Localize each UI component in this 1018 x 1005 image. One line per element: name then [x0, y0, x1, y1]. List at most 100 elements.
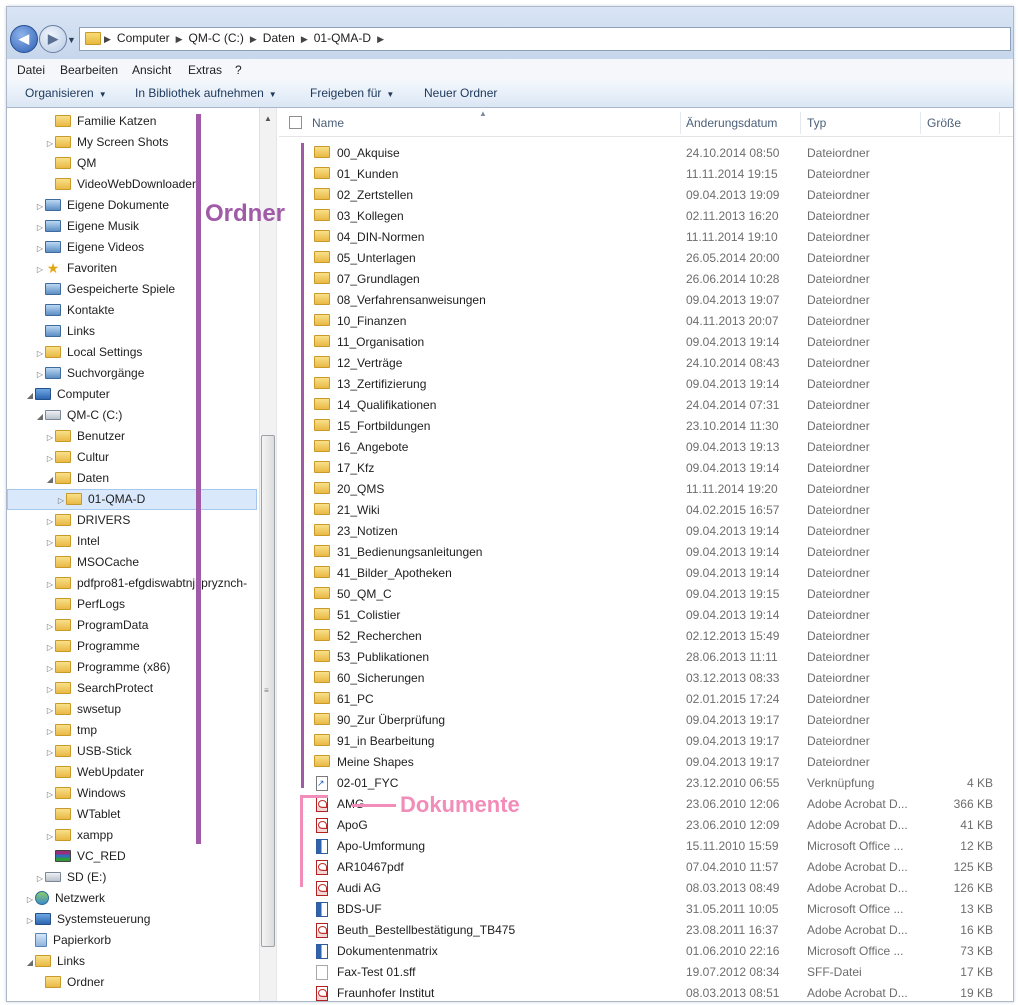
file-row[interactable]: 60_Sicherungen 03.12.2013 08:33 Dateiordne… [279, 668, 1013, 689]
nav-item[interactable]: ▷ ProgramData [45, 615, 148, 636]
back-button[interactable]: ◀ [10, 25, 38, 53]
file-row[interactable]: 31_Bedienungsanleitungen 09.04.2013 19:14… [279, 542, 1013, 563]
expand-toggle-icon[interactable]: ◢ [35, 406, 45, 427]
file-row[interactable]: 16_Angebote 09.04.2013 19:13 Dateiordner [279, 437, 1013, 458]
forward-button[interactable]: ▶ [39, 25, 67, 53]
expand-toggle-icon[interactable]: ▷ [35, 364, 45, 385]
nav-item[interactable]: Familie Katzen [45, 111, 156, 132]
expand-toggle-icon[interactable]: ◢ [25, 952, 35, 973]
file-row[interactable]: 03_Kollegen 02.11.2013 16:20 Dateiordner [279, 206, 1013, 227]
nav-item[interactable]: MSOCache [45, 552, 139, 573]
file-row[interactable]: 23_Notizen 09.04.2013 19:14 Dateiordner [279, 521, 1013, 542]
expand-toggle-icon[interactable]: ▷ [45, 721, 55, 742]
share-with-button[interactable]: Freigeben für ▼ [310, 86, 394, 100]
expand-toggle-icon[interactable]: ▷ [45, 826, 55, 847]
nav-item[interactable]: ▷ Programme [45, 636, 140, 657]
menu-bearbeiten[interactable]: Bearbeiten [60, 63, 118, 77]
nav-item[interactable]: ▷ USB-Stick [45, 741, 132, 762]
menu-ansicht[interactable]: Ansicht [132, 63, 171, 77]
nav-item[interactable]: ▷ xampp [45, 825, 113, 846]
breadcrumb-chevron-icon[interactable]: ▶ [104, 34, 111, 44]
expand-toggle-icon[interactable]: ▷ [35, 868, 45, 889]
nav-item[interactable]: ▷ Local Settings [35, 342, 142, 363]
file-row[interactable]: 41_Bilder_Apotheken 09.04.2013 19:14 Datei… [279, 563, 1013, 584]
recent-pages-dropdown-icon[interactable]: ▼ [67, 35, 76, 45]
file-row[interactable]: 10_Finanzen 04.11.2013 20:07 Dateiordner [279, 311, 1013, 332]
expand-toggle-icon[interactable]: ▷ [45, 427, 55, 448]
breadcrumb-drive[interactable]: QM-C (C:) [189, 31, 244, 45]
nav-item[interactable]: ▷ DRIVERS [45, 510, 130, 531]
file-row[interactable]: 61_PC 02.01.2015 17:24 Dateiordner [279, 689, 1013, 710]
file-row[interactable]: 04_DIN-Normen 11.11.2014 19:10 Dateiordner [279, 227, 1013, 248]
file-row[interactable]: Audi AG 08.03.2013 08:49 Adobe Acrobat D..… [279, 878, 1013, 899]
breadcrumb-chevron-icon[interactable]: ▶ [176, 34, 183, 44]
nav-item[interactable]: ▷ Benutzer [45, 426, 125, 447]
nav-item[interactable]: ▷ Programme (x86) [45, 657, 170, 678]
expand-toggle-icon[interactable]: ▷ [35, 343, 45, 364]
nav-item[interactable]: ▷ Cultur [45, 447, 109, 468]
nav-item[interactable]: ▷ swsetup [45, 699, 121, 720]
expand-toggle-icon[interactable]: ▷ [35, 196, 45, 217]
expand-toggle-icon[interactable]: ▷ [45, 658, 55, 679]
nav-item[interactable]: WebUpdater [45, 762, 144, 783]
nav-item[interactable]: ▷ Eigene Dokumente [35, 195, 169, 216]
expand-toggle-icon[interactable]: ▷ [45, 742, 55, 763]
nav-item[interactable]: ▷ My Screen Shots [45, 132, 168, 153]
nav-item[interactable]: Gespeicherte Spiele [35, 279, 175, 300]
file-row[interactable]: 02_Zertstellen 09.04.2013 19:09 Dateiordne… [279, 185, 1013, 206]
file-row[interactable]: 12_Verträge 24.10.2014 08:43 Dateiordner [279, 353, 1013, 374]
file-row[interactable]: 51_Colistier 09.04.2013 19:14 Dateiordner [279, 605, 1013, 626]
expand-toggle-icon[interactable]: ▷ [45, 616, 55, 637]
nav-item[interactable]: ▷ Systemsteuerung [25, 909, 150, 930]
nav-item[interactable]: ▷ Eigene Videos [35, 237, 144, 258]
select-all-checkbox[interactable] [289, 116, 302, 129]
file-row[interactable]: Dokumentenmatrix 01.06.2010 22:16 Microsof… [279, 941, 1013, 962]
expand-toggle-icon[interactable]: ▷ [35, 259, 45, 280]
expand-toggle-icon[interactable]: ▷ [45, 574, 55, 595]
expand-toggle-icon[interactable]: ▷ [45, 700, 55, 721]
file-row[interactable]: 01_Kunden 11.11.2014 19:15 Dateiordner [279, 164, 1013, 185]
file-row[interactable]: 91_in Bearbeitung 09.04.2013 19:17 Dateior… [279, 731, 1013, 752]
expand-toggle-icon[interactable]: ▷ [45, 532, 55, 553]
menu-help[interactable]: ? [235, 63, 242, 77]
nav-item[interactable]: ▷ pdfpro81-efgdiswabtnjkpryznch- [45, 573, 247, 594]
file-row[interactable]: Fax-Test 01.sff 19.07.2012 08:34 SFF-Datei… [279, 962, 1013, 983]
include-in-library-button[interactable]: In Bibliothek aufnehmen ▼ [135, 86, 277, 100]
file-row[interactable]: Fraunhofer Institut 08.03.2013 08:51 Adobe… [279, 983, 1013, 1001]
expand-toggle-icon[interactable]: ▷ [25, 889, 35, 910]
nav-item[interactable]: ▷ Windows [45, 783, 126, 804]
new-folder-button[interactable]: Neuer Ordner [424, 86, 497, 100]
column-name[interactable]: Name [312, 116, 344, 130]
menu-extras[interactable]: Extras [188, 63, 222, 77]
expand-toggle-icon[interactable]: ▷ [45, 133, 55, 154]
expand-toggle-icon[interactable]: ▷ [45, 511, 55, 532]
expand-toggle-icon[interactable]: ▷ [45, 637, 55, 658]
nav-item[interactable]: Ordner [35, 972, 104, 993]
column-divider[interactable] [920, 112, 921, 134]
nav-item[interactable]: ▷ SearchProtect [45, 678, 153, 699]
navigation-scrollbar[interactable]: ▲ ≡ [259, 108, 277, 1001]
file-row[interactable]: 20_QMS 11.11.2014 19:20 Dateiordner [279, 479, 1013, 500]
menu-datei[interactable]: Datei [17, 63, 45, 77]
file-row[interactable]: 00_Akquise 24.10.2014 08:50 Dateiordner [279, 143, 1013, 164]
file-row[interactable]: 15_Fortbildungen 23.10.2014 11:30 Dateiord… [279, 416, 1013, 437]
nav-item[interactable]: ▷ Eigene Musik [35, 216, 139, 237]
nav-item[interactable]: ▷ 01-QMA-D [7, 489, 257, 510]
file-row[interactable]: 05_Unterlagen 26.05.2014 20:00 Dateiordner [279, 248, 1013, 269]
column-size[interactable]: Größe [927, 116, 961, 130]
breadcrumb-chevron-icon[interactable]: ▶ [377, 34, 384, 44]
nav-item[interactable]: VC_RED [45, 846, 126, 867]
nav-item[interactable]: ▷ ★ Favoriten [35, 258, 117, 279]
column-date[interactable]: Änderungsdatum [686, 116, 777, 130]
expand-toggle-icon[interactable]: ▷ [45, 784, 55, 805]
nav-item[interactable]: ▷ Suchvorgänge [35, 363, 144, 384]
nav-item[interactable]: PerfLogs [45, 594, 125, 615]
expand-toggle-icon[interactable]: ▷ [45, 448, 55, 469]
nav-item[interactable]: ▷ SD (E:) [35, 867, 106, 888]
file-row[interactable]: BDS-UF 31.05.2011 10:05 Microsoft Office .… [279, 899, 1013, 920]
nav-item[interactable]: ◢ Daten [45, 468, 109, 489]
file-row[interactable]: 21_Wiki 04.02.2015 16:57 Dateiordner [279, 500, 1013, 521]
nav-item[interactable]: Kontakte [35, 300, 114, 321]
breadcrumb-daten[interactable]: Daten [263, 31, 295, 45]
nav-item[interactable]: ◢ Links [25, 951, 85, 972]
